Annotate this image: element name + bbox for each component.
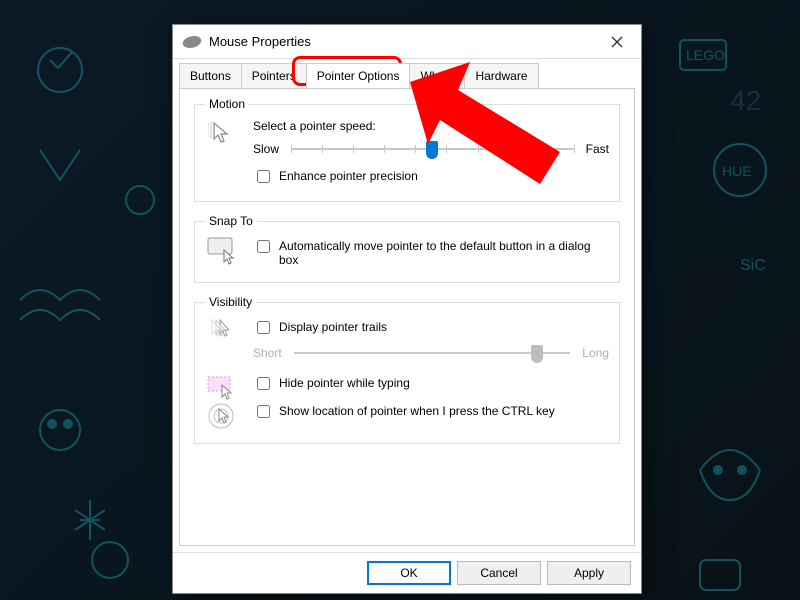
ctrl-locate-icon xyxy=(205,401,241,431)
slow-label: Slow xyxy=(253,142,279,156)
ctrl-locate-checkbox[interactable]: Show location of pointer when I press th… xyxy=(253,404,609,421)
mouse-icon xyxy=(181,36,203,48)
close-button[interactable] xyxy=(595,27,639,57)
enhance-precision-input[interactable] xyxy=(257,170,270,183)
tab-wheel[interactable]: Wheel xyxy=(409,63,465,88)
ok-button[interactable]: OK xyxy=(367,561,451,585)
snapto-label: Automatically move pointer to the defaul… xyxy=(279,239,609,267)
svg-text:42: 42 xyxy=(730,85,761,116)
snapto-legend: Snap To xyxy=(205,214,257,228)
tab-panel: Motion Select a pointer speed: Slow xyxy=(179,88,635,546)
enhance-precision-checkbox[interactable]: Enhance pointer precision xyxy=(253,169,609,186)
trails-icon xyxy=(205,317,241,345)
fast-label: Fast xyxy=(586,142,609,156)
hide-typing-input[interactable] xyxy=(257,377,270,390)
long-label: Long xyxy=(582,346,609,360)
short-label: Short xyxy=(253,346,282,360)
svg-text:LEGO: LEGO xyxy=(686,47,725,63)
svg-text:HUE: HUE xyxy=(722,163,752,179)
visibility-group: Visibility Display pointer trails xyxy=(194,295,620,444)
speed-slider[interactable] xyxy=(291,139,574,159)
ctrl-locate-label: Show location of pointer when I press th… xyxy=(279,404,555,418)
apply-button[interactable]: Apply xyxy=(547,561,631,585)
hide-typing-icon xyxy=(205,373,241,401)
ctrl-locate-input[interactable] xyxy=(257,405,270,418)
trails-slider xyxy=(294,343,571,363)
tab-hardware[interactable]: Hardware xyxy=(464,63,538,88)
snapto-icon xyxy=(205,236,241,266)
hide-typing-checkbox[interactable]: Hide pointer while typing xyxy=(253,376,609,393)
cancel-button[interactable]: Cancel xyxy=(457,561,541,585)
tab-buttons[interactable]: Buttons xyxy=(179,63,242,88)
tab-pointers[interactable]: Pointers xyxy=(241,63,307,88)
speed-label: Select a pointer speed: xyxy=(253,119,609,133)
svg-text:SiC: SiC xyxy=(740,257,766,274)
trails-input[interactable] xyxy=(257,321,270,334)
motion-icon xyxy=(205,119,241,149)
titlebar: Mouse Properties xyxy=(173,25,641,59)
window-title: Mouse Properties xyxy=(209,34,311,49)
snapto-group: Snap To Automatically move pointer to th… xyxy=(194,214,620,283)
snapto-input[interactable] xyxy=(257,240,270,253)
hide-typing-label: Hide pointer while typing xyxy=(279,376,410,390)
close-icon xyxy=(611,36,623,48)
motion-group: Motion Select a pointer speed: Slow xyxy=(194,97,620,202)
trails-thumb xyxy=(531,345,543,363)
mouse-properties-dialog: Mouse Properties Buttons Pointers Pointe… xyxy=(172,24,642,594)
tab-pointer-options[interactable]: Pointer Options xyxy=(306,63,411,88)
trails-label: Display pointer trails xyxy=(279,320,387,334)
motion-legend: Motion xyxy=(205,97,249,111)
tab-row: Buttons Pointers Pointer Options Wheel H… xyxy=(173,59,641,88)
visibility-legend: Visibility xyxy=(205,295,256,309)
snapto-checkbox[interactable]: Automatically move pointer to the defaul… xyxy=(253,239,609,267)
dialog-buttons: OK Cancel Apply xyxy=(173,552,641,593)
speed-thumb[interactable] xyxy=(426,141,438,159)
trails-checkbox[interactable]: Display pointer trails xyxy=(253,320,609,337)
enhance-precision-label: Enhance pointer precision xyxy=(279,169,418,183)
